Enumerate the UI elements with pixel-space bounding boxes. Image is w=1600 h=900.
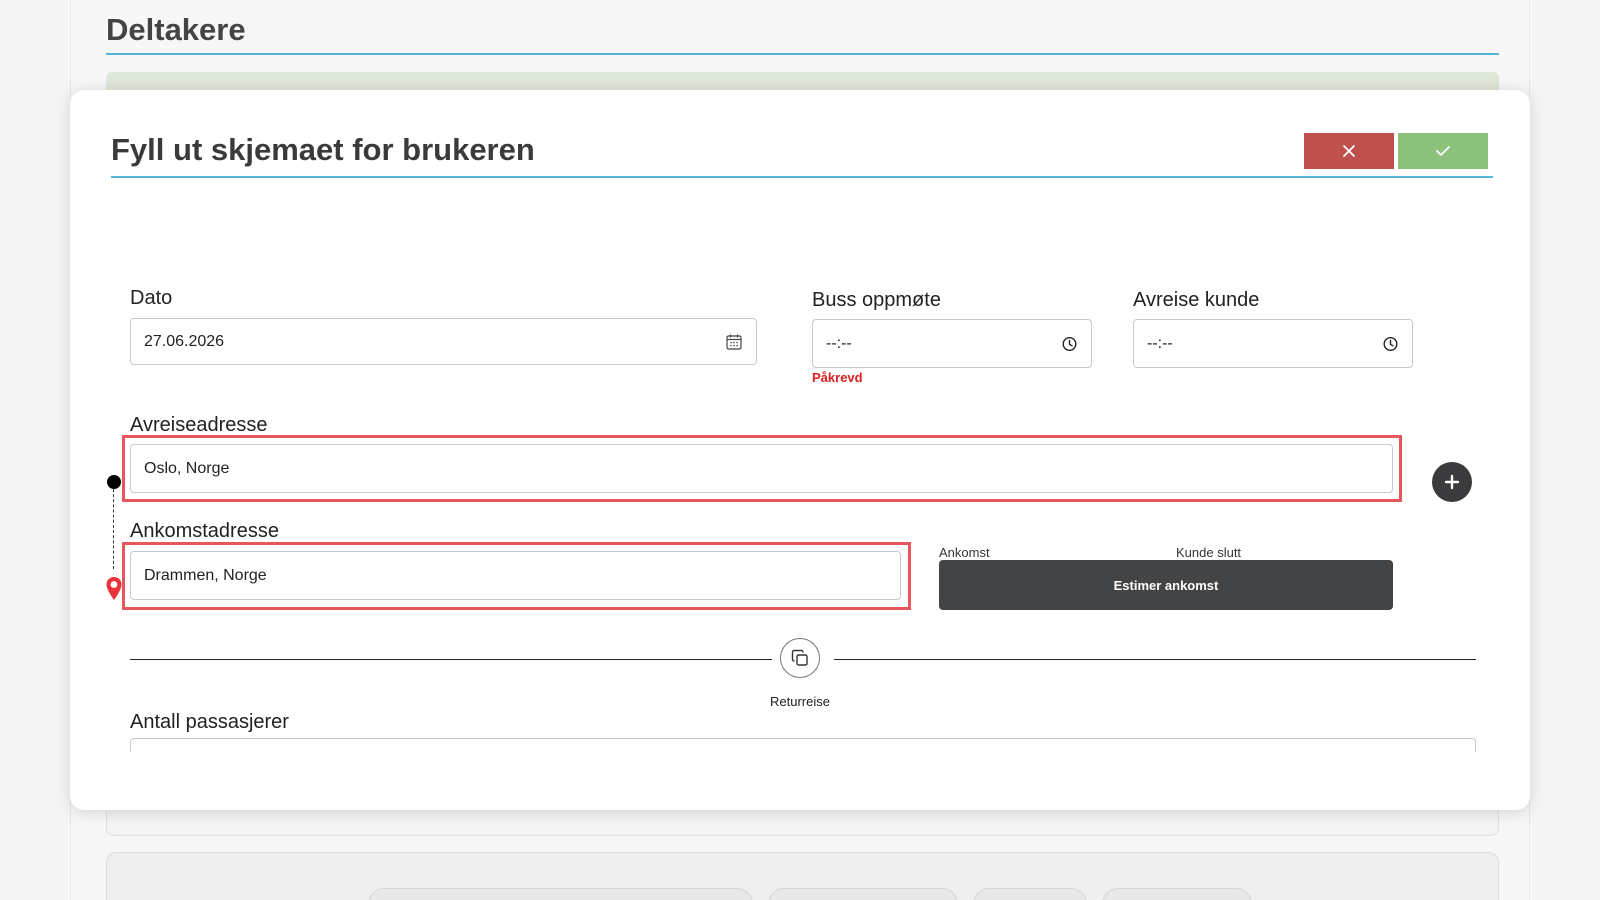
date-label: Dato bbox=[130, 287, 173, 309]
background-pill bbox=[768, 888, 958, 900]
bus-meetup-label: Buss oppmøte bbox=[812, 289, 941, 311]
title-underline bbox=[106, 53, 1499, 55]
plus-icon bbox=[1444, 474, 1460, 490]
divider-right bbox=[834, 659, 1476, 660]
passengers-input[interactable] bbox=[130, 738, 1476, 752]
arrival-address-value: Drammen, Norge bbox=[144, 566, 267, 584]
clock-icon[interactable] bbox=[1062, 336, 1077, 351]
departure-address-value: Oslo, Norge bbox=[144, 459, 230, 477]
check-icon bbox=[1436, 146, 1450, 156]
arrival-label: Ankomst bbox=[939, 545, 990, 560]
bus-meetup-required-error: Påkrevd bbox=[812, 370, 863, 385]
confirm-button[interactable] bbox=[1398, 133, 1488, 169]
customer-end-label: Kunde slutt bbox=[1176, 545, 1242, 560]
customer-departure-label: Avreise kunde bbox=[1133, 289, 1260, 311]
close-button[interactable] bbox=[1304, 133, 1394, 169]
clock-icon[interactable] bbox=[1383, 336, 1398, 351]
modal-title: Fyll ut skjemaet for brukeren bbox=[111, 132, 535, 167]
date-value: 27.06.2026 bbox=[144, 332, 225, 350]
departure-address-label: Avreiseadresse bbox=[130, 414, 268, 436]
passengers-label: Antall passasjerer bbox=[130, 711, 289, 733]
user-form-modal: Fyll ut skjemaet for brukeren Dato 27.06… bbox=[70, 90, 1530, 810]
background-pill bbox=[1102, 888, 1252, 900]
estimate-arrival-button[interactable]: Estimer ankomst bbox=[939, 560, 1393, 610]
arrival-address-input[interactable]: Drammen, Norge bbox=[130, 551, 901, 600]
add-stop-button[interactable] bbox=[1432, 462, 1472, 502]
bus-meetup-input[interactable]: --:-- bbox=[812, 319, 1092, 368]
close-icon bbox=[1343, 145, 1355, 157]
background-pill bbox=[368, 888, 753, 900]
background-pill bbox=[973, 888, 1087, 900]
location-pin-icon bbox=[105, 576, 123, 607]
return-trip-label: Returreise bbox=[770, 694, 830, 709]
route-line bbox=[113, 489, 114, 569]
return-trip-button[interactable] bbox=[780, 638, 820, 678]
customer-departure-input[interactable]: --:-- bbox=[1133, 319, 1413, 368]
departure-address-input[interactable]: Oslo, Norge bbox=[130, 444, 1393, 493]
page-title: Deltakere bbox=[106, 12, 246, 47]
customer-departure-value: --:-- bbox=[1147, 334, 1173, 352]
route-start-dot bbox=[107, 475, 121, 489]
divider-left bbox=[130, 659, 772, 660]
bus-meetup-value: --:-- bbox=[826, 334, 852, 352]
arrival-address-label: Ankomstadresse bbox=[130, 520, 279, 542]
modal-title-underline bbox=[111, 176, 1493, 178]
copy-icon bbox=[791, 649, 808, 666]
date-input[interactable]: 27.06.2026 bbox=[130, 318, 757, 365]
calendar-icon[interactable] bbox=[726, 333, 742, 350]
